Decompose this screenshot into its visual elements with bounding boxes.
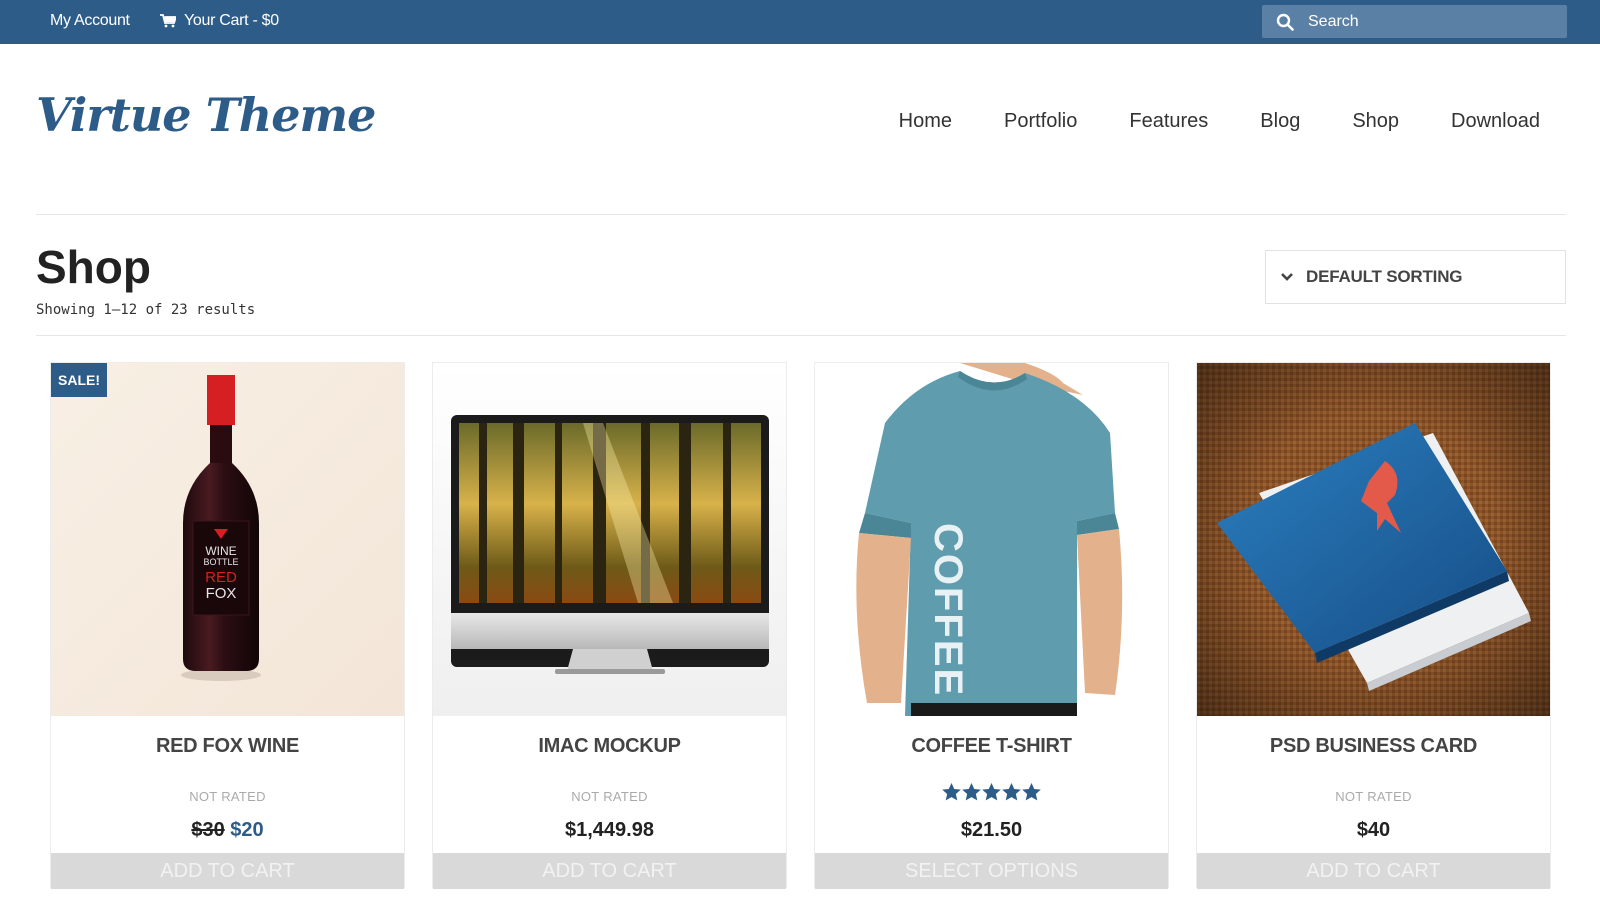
nav-features[interactable]: Features	[1129, 110, 1208, 133]
product-image[interactable]	[433, 363, 786, 716]
wine-label-line3: RED	[205, 569, 237, 586]
header-divider	[36, 214, 1566, 215]
product-price: $40	[1356, 819, 1391, 841]
product-image[interactable]: WINE BOTTLE RED FOX	[51, 363, 404, 716]
star-icon	[962, 783, 981, 801]
result-count: Showing 1–12 of 23 results	[36, 302, 256, 318]
product-card: PSD BUSINESS CARD NOT RATED $40 ADD TO C…	[1196, 362, 1551, 889]
star-icon	[1022, 783, 1041, 801]
product-title[interactable]: COFFEE T-SHIRT	[815, 735, 1168, 758]
product-title[interactable]: PSD BUSINESS CARD	[1197, 735, 1550, 758]
wine-label-line2: BOTTLE	[203, 557, 238, 567]
product-card: IMAC MOCKUP NOT RATED $1,449.98 ADD TO C…	[432, 362, 787, 889]
cart-link[interactable]: Your Cart - $0	[160, 12, 279, 30]
nav-blog[interactable]: Blog	[1260, 110, 1300, 133]
search-icon	[1276, 13, 1294, 31]
sorting-label: DEFAULT SORTING	[1306, 267, 1463, 286]
nav-portfolio[interactable]: Portfolio	[1004, 110, 1077, 133]
product-price: $30 $20	[51, 819, 404, 842]
old-price: $30	[191, 819, 225, 841]
business-card-image	[1197, 363, 1550, 716]
sale-price: $20	[230, 819, 264, 841]
sorting-dropdown[interactable]: DEFAULT SORTING	[1265, 250, 1566, 304]
wine-label-line4: FOX	[206, 585, 237, 602]
nav-shop[interactable]: Shop	[1352, 110, 1399, 133]
product-card: WINE BOTTLE RED FOX SALE! RED FOX WINE N…	[50, 362, 405, 889]
tshirt-image: COFFEE	[815, 363, 1168, 716]
product-card: COFFEE COFFEE T-SHIRT $21.50 SELECT OPTI…	[814, 362, 1169, 889]
cart-label: Your Cart - $0	[184, 12, 279, 29]
add-to-cart-button[interactable]: ADD TO CART	[51, 853, 404, 889]
sale-badge: SALE!	[51, 363, 107, 397]
site-logo[interactable]: Virtue Theme	[36, 88, 376, 142]
product-title[interactable]: RED FOX WINE	[51, 735, 404, 758]
search-box[interactable]	[1262, 5, 1567, 38]
rating-text: NOT RATED	[189, 789, 266, 804]
product-price: $21.50	[960, 819, 1023, 841]
shirt-print-text: COFFEE	[926, 523, 970, 697]
product-title[interactable]: IMAC MOCKUP	[433, 735, 786, 758]
main-nav: Home Portfolio Features Blog Shop Downlo…	[899, 110, 1540, 133]
star-rating	[815, 783, 1168, 801]
select-options-button[interactable]: SELECT OPTIONS	[815, 853, 1168, 889]
wine-bottle-image: WINE BOTTLE RED FOX	[51, 363, 404, 716]
chevron-down-icon	[1281, 273, 1293, 281]
product-image[interactable]	[1197, 363, 1550, 716]
top-bar: My Account Your Cart - $0	[0, 0, 1600, 44]
my-account-link[interactable]: My Account	[50, 12, 130, 30]
imac-image	[433, 363, 786, 716]
add-to-cart-button[interactable]: ADD TO CART	[1197, 853, 1550, 889]
star-icon	[1002, 783, 1021, 801]
add-to-cart-button[interactable]: ADD TO CART	[433, 853, 786, 889]
search-input[interactable]	[1308, 5, 1558, 38]
rating-text: NOT RATED	[571, 789, 648, 804]
star-icon	[942, 783, 961, 801]
star-icon	[982, 783, 1001, 801]
product-image[interactable]: COFFEE	[815, 363, 1168, 716]
page-title: Shop	[36, 241, 151, 293]
shopping-cart-icon	[160, 14, 176, 28]
wine-label-line1: WINE	[205, 544, 236, 558]
content-divider	[36, 335, 1566, 336]
product-price: $1,449.98	[565, 819, 654, 841]
nav-home[interactable]: Home	[899, 110, 952, 133]
nav-download[interactable]: Download	[1451, 110, 1540, 133]
rating-text: NOT RATED	[1335, 789, 1412, 804]
